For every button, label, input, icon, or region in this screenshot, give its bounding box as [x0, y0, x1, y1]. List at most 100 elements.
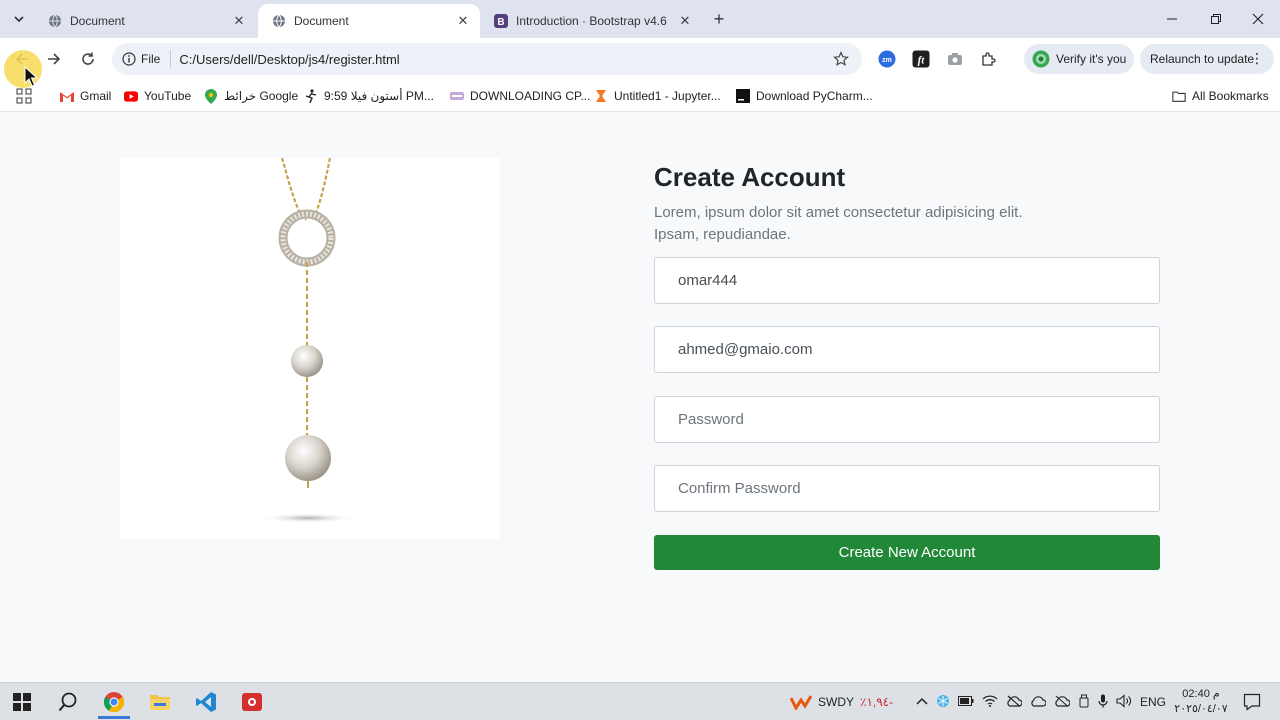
- forward-button[interactable]: [40, 45, 68, 73]
- chrome-icon: [103, 692, 125, 713]
- relaunch-label: Relaunch to update: [1150, 52, 1255, 66]
- create-account-button[interactable]: Create New Account: [654, 535, 1160, 570]
- bookmark-jupyter[interactable]: Untitled1 - Jupyter...: [594, 86, 721, 106]
- password-field[interactable]: [654, 396, 1160, 443]
- speaker-icon[interactable]: [1116, 693, 1132, 711]
- minimize-button[interactable]: [1150, 0, 1194, 38]
- notifications-button[interactable]: [1232, 685, 1272, 719]
- url-text[interactable]: C:/Users/dell/Desktop/js4/register.html: [179, 52, 399, 67]
- email-field[interactable]: [654, 326, 1160, 373]
- start-button[interactable]: [2, 685, 42, 719]
- cloud-off-icon[interactable]: [1006, 695, 1023, 710]
- taskbar-recorder[interactable]: [232, 685, 272, 719]
- restore-icon: [1211, 14, 1221, 24]
- chevron-down-icon: [14, 16, 24, 23]
- bookmark-football[interactable]: أستون فيلا 9:59 PM...: [304, 86, 434, 106]
- bookmark-pycharm[interactable]: Download PyCharm...: [736, 86, 873, 106]
- chevron-up-icon[interactable]: [916, 695, 928, 709]
- microphone-icon[interactable]: [1098, 694, 1108, 711]
- taskbar-vscode[interactable]: [186, 685, 226, 719]
- register-form: Create Account Lorem, ipsum dolor sit am…: [654, 158, 1160, 570]
- close-icon: [1252, 13, 1264, 25]
- folder-icon: [1172, 89, 1186, 103]
- font-icon: ft: [912, 50, 930, 68]
- scheme-label: File: [141, 52, 161, 66]
- relaunch-button[interactable]: Relaunch to update ⋮: [1140, 44, 1274, 74]
- windows-icon: [13, 693, 31, 711]
- bookmark-downloading[interactable]: DOWNLOADING CP...: [450, 86, 590, 106]
- site-info-button[interactable]: File: [122, 50, 172, 68]
- cloud-icon[interactable]: [1030, 695, 1047, 710]
- tab-document-2[interactable]: Document ✕: [258, 4, 480, 38]
- weather-widget[interactable]: SWDY ٪١,٩٤-: [790, 683, 893, 720]
- form-title: Create Account: [654, 162, 846, 192]
- close-tab-icon[interactable]: ✕: [454, 12, 472, 30]
- svg-text:ft: ft: [918, 55, 926, 67]
- reload-button[interactable]: [74, 45, 102, 73]
- folder-icon: [150, 695, 170, 710]
- all-bookmarks-label: All Bookmarks: [1192, 89, 1269, 103]
- snowflake-icon[interactable]: [936, 694, 950, 711]
- reload-icon: [82, 52, 94, 65]
- restore-button[interactable]: [1194, 0, 1238, 38]
- youtube-icon: [124, 89, 138, 103]
- bookmark-label: خرائط Google: [224, 89, 299, 103]
- taskbar-clock[interactable]: 02:40 م ٢٠٢٥/٠٤/٠٧: [1170, 685, 1232, 719]
- new-tab-button[interactable]: +: [708, 8, 730, 30]
- battery-icon[interactable]: [958, 695, 974, 709]
- form-description: Lorem, ipsum dolor sit amet consectetur …: [654, 204, 1023, 243]
- vscode-icon: [196, 692, 216, 712]
- close-window-button[interactable]: [1236, 0, 1280, 38]
- tab-bootstrap[interactable]: B Introduction · Bootstrap v4.6 ✕: [480, 4, 702, 38]
- bookmark-star-icon[interactable]: [832, 50, 850, 68]
- confirm-password-field[interactable]: [654, 465, 1160, 512]
- avatar-icon: [1032, 50, 1050, 68]
- username-field[interactable]: [654, 257, 1160, 304]
- weather-label: SWDY: [818, 695, 854, 709]
- search-icon: [58, 692, 77, 712]
- bookmark-label: أستون فيلا 9:59 PM...: [324, 89, 434, 103]
- necklace-pendant-image: [120, 157, 500, 539]
- usb-drive-icon[interactable]: [1078, 694, 1090, 711]
- notification-icon: [1243, 693, 1261, 711]
- tab-document-1[interactable]: Document ✕: [34, 4, 256, 38]
- taskbar-chrome[interactable]: [94, 685, 134, 719]
- bootstrap-icon: B: [494, 14, 508, 28]
- gmail-icon: [60, 89, 74, 103]
- screen-recorder-icon: [242, 693, 262, 711]
- close-tab-icon[interactable]: ✕: [230, 12, 248, 30]
- tab-search-button[interactable]: [6, 6, 32, 32]
- verify-label: Verify it's you: [1056, 52, 1127, 66]
- cloud-sync-icon[interactable]: [1054, 695, 1071, 710]
- necklace-illustration: [258, 157, 358, 523]
- bookmark-label: Download PyCharm...: [756, 89, 873, 103]
- menu-dots-icon[interactable]: ⋮: [1250, 51, 1264, 65]
- system-tray: ENG: [916, 683, 1166, 720]
- all-bookmarks-button[interactable]: All Bookmarks: [1172, 86, 1269, 106]
- verify-profile-button[interactable]: Verify it's you: [1024, 44, 1134, 74]
- puzzle-icon: [982, 52, 996, 66]
- svg-text:B: B: [497, 17, 504, 28]
- wifi-icon[interactable]: [982, 694, 998, 710]
- clock-date: ٢٠٢٥/٠٤/٠٧: [1174, 703, 1228, 715]
- taskbar-file-explorer[interactable]: [140, 685, 180, 719]
- stock-chart-icon: [790, 695, 812, 710]
- extensions-button[interactable]: [978, 48, 1000, 70]
- apps-grid-icon: [16, 88, 32, 104]
- zoom-extension-button[interactable]: zm: [876, 48, 898, 70]
- apps-button[interactable]: [16, 86, 32, 106]
- font-extension-button[interactable]: ft: [910, 48, 932, 70]
- bookmark-youtube[interactable]: YouTube: [124, 86, 191, 106]
- taskbar-search-button[interactable]: [48, 685, 88, 719]
- bookmark-label: Gmail: [80, 89, 112, 103]
- close-tab-icon[interactable]: ✕: [676, 12, 694, 30]
- language-indicator[interactable]: ENG: [1140, 695, 1166, 709]
- bookmark-maps[interactable]: خرائط Google: [204, 86, 298, 106]
- screenshot-extension-button[interactable]: [944, 48, 966, 70]
- address-bar[interactable]: File C:/Users/dell/Desktop/js4/register.…: [112, 43, 862, 75]
- football-icon: [304, 89, 318, 103]
- tab-strip: Document ✕ Document ✕ B Introduction · B…: [0, 0, 1280, 38]
- info-icon: [122, 52, 136, 66]
- bookmark-gmail[interactable]: Gmail: [60, 86, 111, 106]
- zoom-icon: zm: [878, 50, 896, 68]
